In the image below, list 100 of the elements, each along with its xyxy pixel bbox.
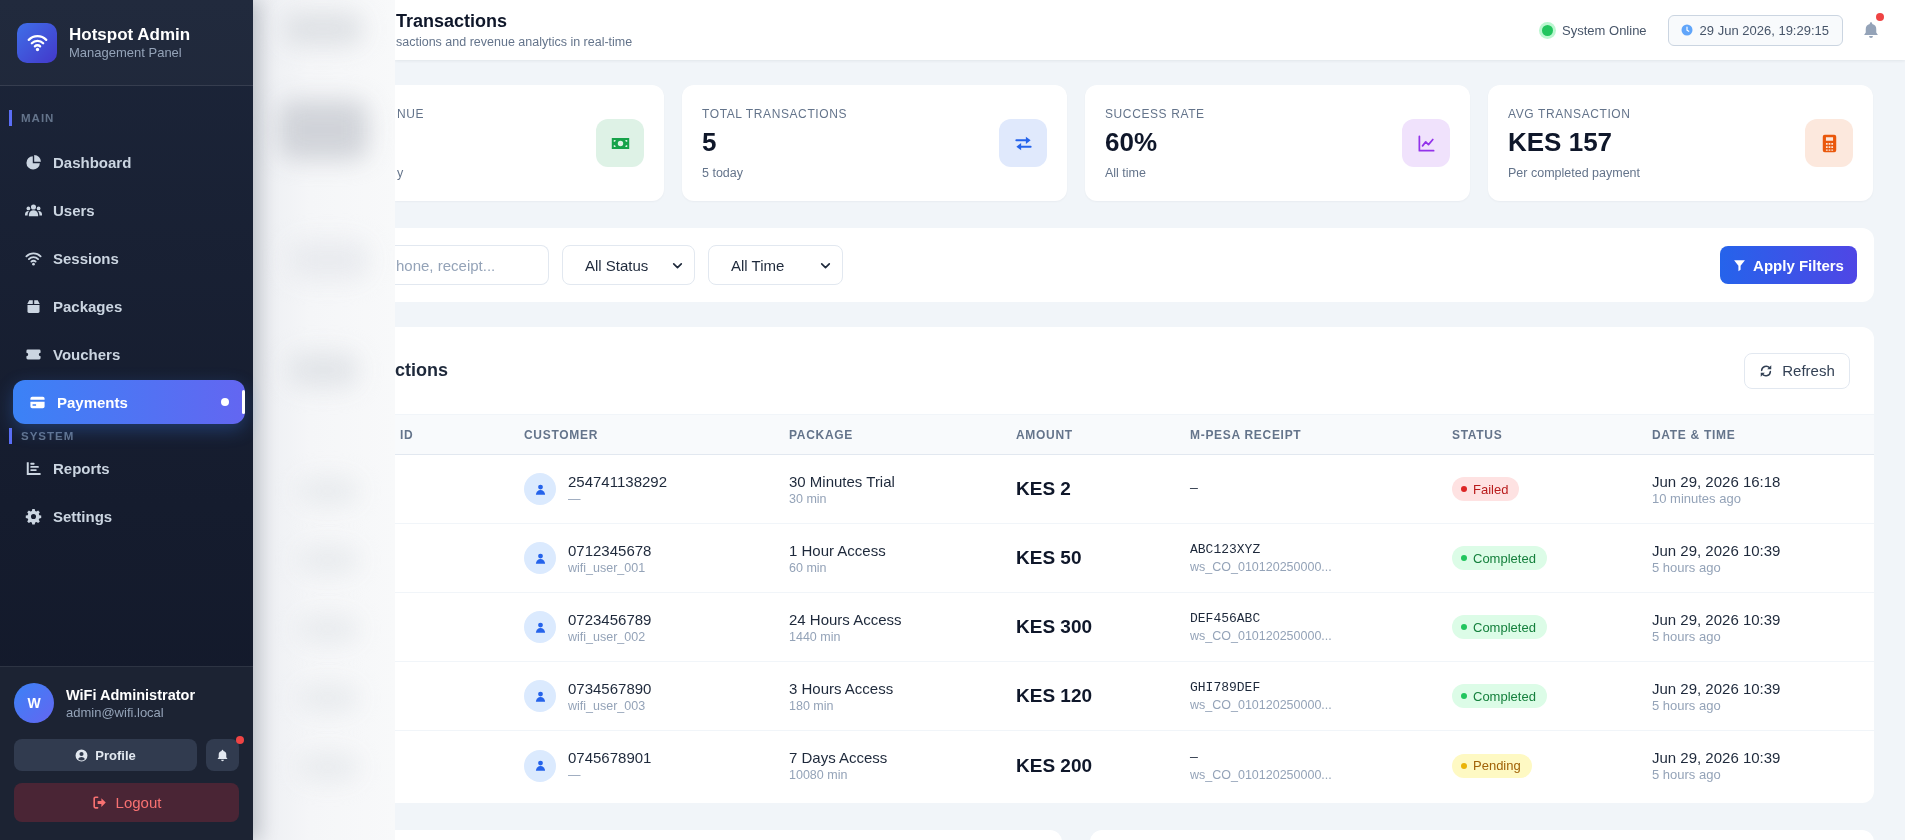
bell-icon	[216, 748, 229, 762]
package-name: 24 Hours Access	[789, 609, 902, 629]
customer-phone: 0745678901	[568, 748, 652, 767]
page-title: Transactions	[396, 10, 509, 32]
active-dot-icon	[221, 398, 229, 406]
wifi-icon	[25, 249, 42, 267]
column-header: PACKAGE	[789, 427, 853, 442]
profile-button[interactable]: Profile	[14, 739, 197, 771]
user-name: WiFi Administrator	[66, 685, 196, 704]
column-header: CUSTOMER	[524, 427, 599, 442]
user-email: admin@wifi.local	[66, 703, 165, 721]
nav-item[interactable]: Packages	[13, 284, 245, 328]
stat-label: SUCCESS RATE	[1105, 106, 1205, 122]
relative-time: 10 minutes ago	[1652, 490, 1741, 507]
clock-icon	[1680, 24, 1693, 36]
customer-username: —	[568, 767, 581, 783]
package-duration: 10080 min	[789, 767, 848, 783]
nav-item[interactable]: Sessions	[13, 236, 245, 280]
calculator-icon	[1805, 119, 1853, 167]
checkout-id: ws_CO_010120250000...	[1190, 697, 1332, 713]
dropdown[interactable]: All Time	[708, 245, 843, 285]
relative-time: 5 hours ago	[1652, 559, 1721, 576]
package-duration: 1440 min	[789, 628, 841, 645]
date-time: Jun 29, 2026 10:39	[1652, 748, 1781, 767]
amount: KES 2	[1016, 478, 1071, 500]
relative-time: 5 hours ago	[1652, 767, 1721, 783]
receipt-code: GHI789DEF	[1190, 679, 1261, 697]
status-label: Completed	[1473, 619, 1536, 635]
date-time: Jun 29, 2026 16:18	[1652, 471, 1781, 491]
checkout-id: ws_CO_010120250000...	[1190, 559, 1332, 575]
status-dot-icon	[1461, 624, 1467, 630]
checkout-id: ws_CO_010120250000...	[1190, 766, 1332, 783]
nav-item[interactable]: Vouchers	[13, 332, 245, 376]
sign-out-icon	[91, 795, 107, 810]
refresh-button[interactable]: Refresh	[1744, 352, 1850, 389]
customer-phone: 254741138292	[568, 471, 667, 491]
receipt-code: —	[1190, 748, 1198, 767]
package-name: 1 Hour Access	[789, 540, 886, 560]
nav-item[interactable]: Dashboard	[13, 140, 245, 184]
datetime-text: 29 Jun 2026, 19:29:15	[1699, 22, 1829, 38]
app-subtitle: Management Panel	[69, 45, 183, 61]
page-subtitle: sactions and revenue analytics in real-time	[396, 35, 633, 50]
package-name: 30 Minutes Trial	[789, 471, 895, 491]
search-field[interactable]: hone, receipt...	[395, 245, 549, 285]
apply-filters-button[interactable]: Apply Filters	[1720, 246, 1857, 284]
status-label: Completed	[1473, 550, 1536, 566]
package-name: 3 Hours Access	[789, 678, 894, 698]
dropdown[interactable]: All Status	[562, 245, 695, 285]
table-title: ctions	[395, 360, 448, 381]
notifications-button[interactable]	[206, 739, 239, 771]
exchange-arrows-icon	[999, 119, 1047, 167]
user-avatar-icon	[524, 542, 556, 574]
logout-button[interactable]: Logout	[14, 783, 239, 822]
bar-chart-icon	[25, 459, 42, 477]
stat-value: 60%	[1105, 125, 1159, 158]
stat-label: NUE	[397, 106, 425, 122]
bell-icon[interactable]	[1862, 21, 1880, 39]
line-chart-icon	[1402, 119, 1450, 167]
gear-icon	[25, 507, 42, 525]
users-icon	[25, 201, 42, 219]
status-label: Failed	[1473, 481, 1509, 497]
status-dot-icon	[1461, 762, 1467, 769]
section-label: MAIN	[9, 110, 55, 126]
stat-label: AVG TRANSACTION	[1508, 106, 1632, 122]
system-status: System Online	[1562, 22, 1647, 38]
stat-caption: All time	[1105, 165, 1147, 181]
amount: KES 200	[1016, 754, 1093, 777]
pie-chart-icon	[25, 153, 42, 171]
receipt-code: —	[1190, 480, 1198, 498]
nav-item[interactable]: Payments	[13, 380, 245, 424]
status-dot-icon	[1461, 555, 1467, 561]
user-avatar-icon	[524, 611, 556, 643]
receipt-code: ABC123XYZ	[1190, 541, 1261, 559]
user-avatar: W	[14, 683, 54, 723]
status-label: Pending	[1473, 758, 1521, 773]
stat-caption: Per completed payment	[1508, 165, 1640, 181]
amount: KES 50	[1016, 547, 1082, 569]
column-header: STATUS	[1452, 427, 1503, 442]
package-duration: 30 min	[789, 490, 827, 507]
date-time: Jun 29, 2026 10:39	[1652, 678, 1781, 698]
relative-time: 5 hours ago	[1652, 697, 1721, 714]
package-duration: 180 min	[789, 697, 834, 714]
column-header: M-PESA RECEIPT	[1190, 427, 1302, 442]
customer-phone: 0734567890	[568, 678, 652, 698]
stat-caption: y	[397, 165, 405, 181]
active-indicator	[242, 390, 245, 414]
nav-item[interactable]: Settings	[13, 494, 245, 538]
user-avatar-icon	[524, 680, 556, 712]
customer-username: —	[568, 490, 581, 507]
status-dot-icon	[1461, 486, 1467, 492]
nav-item[interactable]: Users	[13, 188, 245, 232]
stat-value: 5	[702, 125, 718, 158]
nav-item[interactable]: Reports	[13, 446, 245, 490]
column-header: ID	[400, 427, 414, 442]
status-dot-icon	[1461, 693, 1467, 699]
cash-icon	[596, 119, 644, 167]
amount: KES 120	[1016, 685, 1093, 707]
filter-icon	[1733, 258, 1747, 272]
checkout-id: ws_CO_010120250000...	[1190, 628, 1332, 644]
package-duration: 60 min	[789, 559, 827, 576]
